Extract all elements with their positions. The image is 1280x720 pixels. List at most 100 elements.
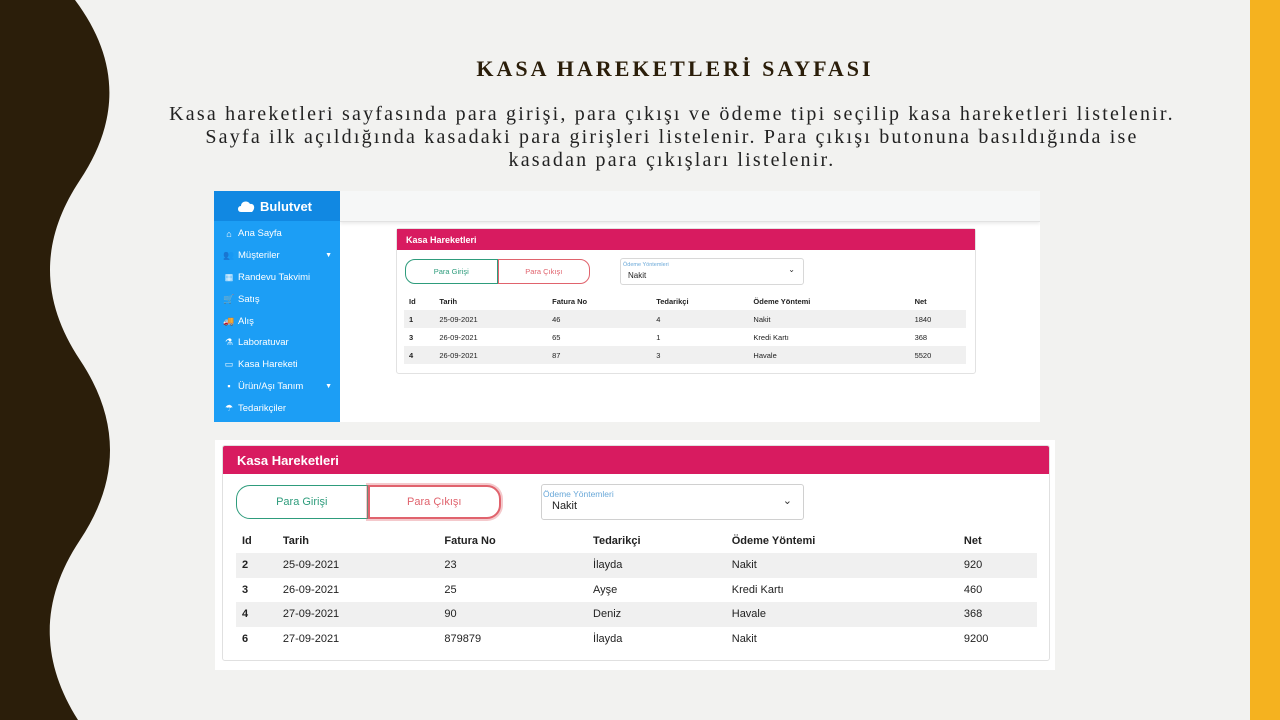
table-cell: 9200 xyxy=(963,632,989,645)
caret-down-icon: ▼ xyxy=(325,382,332,390)
sidebar-item[interactable]: ▪ Ürün/Aşı Tanım ▼ xyxy=(214,376,340,398)
select-value: Nakit xyxy=(628,271,647,280)
sidebar-item[interactable]: 👥 Müşteriler ▼ xyxy=(214,245,340,267)
decorative-wave xyxy=(0,0,110,720)
table-cell: 4 xyxy=(409,350,414,360)
table-cell: 27-09-2021 xyxy=(282,608,340,621)
table-row[interactable]: 2 25-09-2021 23 İlayda Nakit 920 xyxy=(236,553,1037,578)
column-header: Id xyxy=(409,297,416,306)
table-cell: 27-09-2021 xyxy=(282,632,340,645)
select-value: Nakit xyxy=(552,500,578,512)
cart-icon: 🛒 xyxy=(223,293,235,304)
table-cell: Nakit xyxy=(753,314,771,324)
sidebar-item[interactable]: ▦ Randevu Takvimi xyxy=(214,267,340,289)
users-icon: 👥 xyxy=(223,250,235,261)
table-row[interactable]: 4 27-09-2021 90 Deniz Havale 368 xyxy=(236,602,1037,627)
column-header: Id xyxy=(242,535,252,547)
table-cell: 1840 xyxy=(914,314,932,324)
table-cell: 3 xyxy=(409,332,414,342)
home-icon: ⌂ xyxy=(226,228,232,239)
table-cell: İlayda xyxy=(593,632,623,645)
para-girisi-button[interactable]: Para Girişi xyxy=(405,259,498,284)
para-cikisi-button[interactable]: Para Çıkışı xyxy=(497,259,590,284)
brand-name: Bulutvet xyxy=(260,198,312,214)
table-cell: Deniz xyxy=(593,608,622,621)
sidebar-item[interactable]: ⚗ Laboratuvar xyxy=(214,332,340,354)
brand-logo[interactable]: Bulutvet xyxy=(214,191,340,221)
table-cell: 4 xyxy=(242,608,249,621)
table-header-row: Id Tarih Fatura No Tedarikçi Ödeme Yöntemi Ne… xyxy=(404,293,966,310)
card-title: Kasa Hareketleri xyxy=(223,446,1049,474)
truck-icon: 🚚 xyxy=(223,315,235,326)
column-header: Tedarikçi xyxy=(593,535,641,547)
direction-toggle: Para Girişi Para Çıkışı xyxy=(236,485,501,519)
payment-method-select[interactable]: Ödeme Yöntemleri Nakit ⌄ xyxy=(620,258,804,285)
sidebar-item[interactable]: ⌂ Ana Sayfa xyxy=(214,223,340,245)
table-cell: 3 xyxy=(242,583,249,596)
table-cell: 879879 xyxy=(444,632,482,645)
table-cell: 26-09-2021 xyxy=(439,332,478,342)
kasa-card: Kasa Hareketleri Para Girişi Para Çıkışı… xyxy=(222,445,1050,661)
column-header: Ödeme Yöntemi xyxy=(731,535,816,547)
transactions-table: Id Tarih Fatura No Tedarikçi Ödeme Yöntemi Ne… xyxy=(404,293,966,364)
para-cikisi-button[interactable]: Para Çıkışı xyxy=(367,485,501,519)
table-cell: 460 xyxy=(963,583,983,596)
sidebar-item-label: Alış xyxy=(238,315,254,327)
chevron-down-icon: ⌄ xyxy=(788,265,795,274)
direction-toggle: Para Girişi Para Çıkışı xyxy=(405,259,590,284)
column-header: Ödeme Yöntemi xyxy=(753,297,811,306)
table-cell: 87 xyxy=(552,350,561,360)
sidebar-item-label: Müşteriler xyxy=(238,250,280,262)
sidebar: Bulutvet ⌂ Ana Sayfa 👥 Müşteriler ▼ ▦ Randevu … xyxy=(214,191,340,422)
top-navbar xyxy=(340,191,1040,222)
column-header: Tarih xyxy=(439,297,458,306)
table-row[interactable]: 4 26-09-2021 87 3 Havale 5520 xyxy=(404,346,966,364)
table-row[interactable]: 3 26-09-2021 25 Ayşe Kredi Kartı 460 xyxy=(236,578,1037,603)
sidebar-item-label: Randevu Takvimi xyxy=(238,271,311,283)
sidebar-item-label: Tedarikçiler xyxy=(238,402,287,414)
cloud-icon xyxy=(238,201,255,212)
sidebar-item[interactable]: ▭ Kasa Hareketi xyxy=(214,354,340,376)
table-cell: İlayda xyxy=(593,559,623,572)
money-icon: ▭ xyxy=(224,359,234,370)
sidebar-item-label: Ürün/Aşı Tanım xyxy=(238,380,304,392)
kasa-card: Kasa Hareketleri Para Girişi Para Çıkışı… xyxy=(396,228,976,374)
table-cell: Nakit xyxy=(731,559,757,572)
sidebar-item[interactable]: ☂ Tedarikçiler xyxy=(214,397,340,419)
sidebar-nav: ⌂ Ana Sayfa 👥 Müşteriler ▼ ▦ Randevu Takvimi 🛒 S… xyxy=(214,221,340,419)
column-header: Tedarikçi xyxy=(656,297,689,306)
table-cell: 5520 xyxy=(914,350,932,360)
table-cell: 6 xyxy=(242,632,249,645)
table-cell: 90 xyxy=(444,608,457,621)
table-cell: 2 xyxy=(242,559,249,572)
table-cell: 26-09-2021 xyxy=(282,583,340,596)
table-cell: 920 xyxy=(963,559,983,572)
column-header: Fatura No xyxy=(444,535,496,547)
card-title: Kasa Hareketleri xyxy=(397,229,975,250)
para-girisi-button[interactable]: Para Girişi xyxy=(236,485,368,519)
screenshot-zoomed-card: Kasa Hareketleri Para Girişi Para Çıkışı… xyxy=(215,440,1055,670)
sidebar-item-label: Ana Sayfa xyxy=(238,228,282,240)
table-cell: Nakit xyxy=(731,632,757,645)
chevron-down-icon: ⌄ xyxy=(782,494,792,507)
table-row[interactable]: 6 27-09-2021 879879 İlayda Nakit 9200 xyxy=(236,627,1037,652)
sidebar-item-label: Satış xyxy=(238,293,260,305)
table-cell: Havale xyxy=(731,608,766,621)
table-cell: 65 xyxy=(552,332,561,342)
table-cell: 25 xyxy=(444,583,457,596)
sidebar-item[interactable]: 🚚 Alış xyxy=(214,310,340,332)
table-row[interactable]: 1 25-09-2021 46 4 Nakit 1840 xyxy=(404,310,966,328)
payment-method-select[interactable]: Ödeme Yöntemleri Nakit ⌄ xyxy=(541,484,804,520)
table-cell: 4 xyxy=(656,314,661,324)
table-cell: Ayşe xyxy=(593,583,618,596)
table-cell: 26-09-2021 xyxy=(439,350,478,360)
column-header: Net xyxy=(914,297,927,306)
calendar-icon: ▦ xyxy=(224,271,234,282)
table-cell: Kredi Kartı xyxy=(753,332,789,342)
table-cell: 25-09-2021 xyxy=(282,559,340,572)
sidebar-item[interactable]: 🛒 Satış xyxy=(214,288,340,310)
column-header: Net xyxy=(963,535,982,547)
boxes-icon: ▪ xyxy=(227,381,231,392)
screenshot-full-app: Bulutvet ⌂ Ana Sayfa 👥 Müşteriler ▼ ▦ Randevu … xyxy=(214,191,1040,422)
table-row[interactable]: 3 26-09-2021 65 1 Kredi Kartı 368 xyxy=(404,328,966,346)
